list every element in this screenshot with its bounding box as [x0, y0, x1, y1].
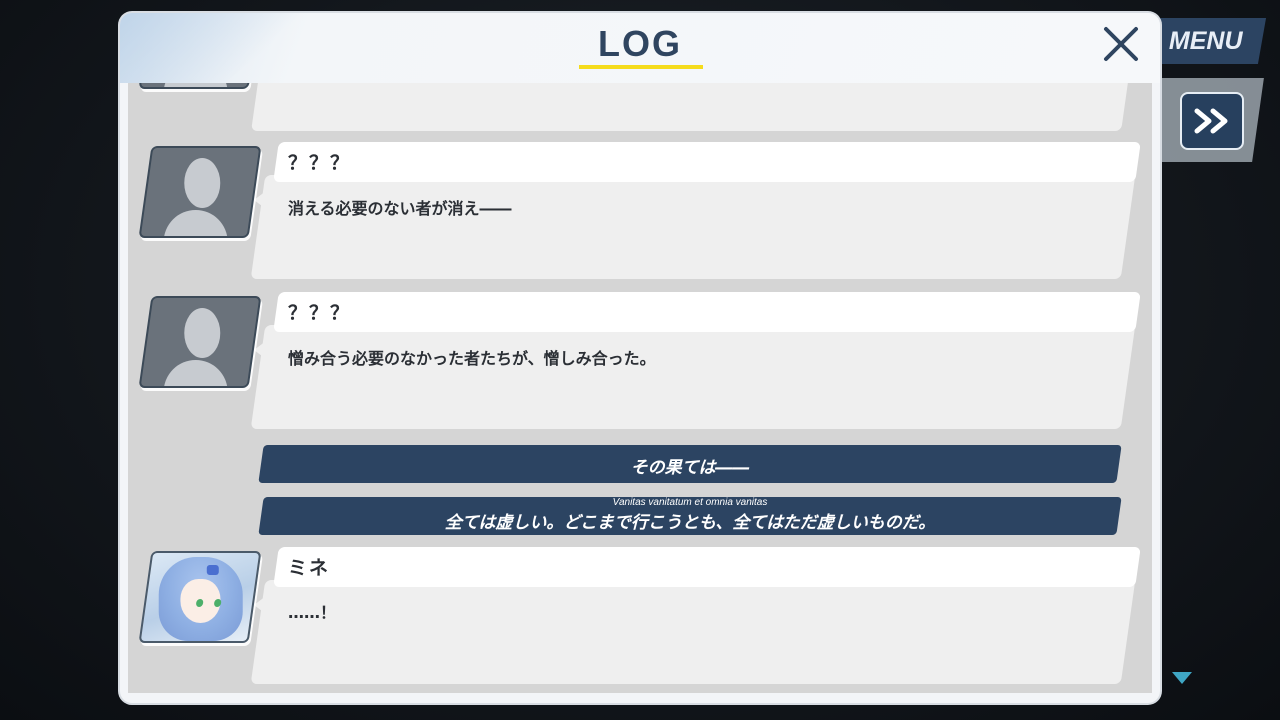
close-x-icon — [1104, 27, 1138, 61]
speaker-name: ？？？ — [288, 302, 352, 324]
log-title: LOG — [598, 23, 682, 64]
character-portrait — [138, 551, 262, 643]
unknown-avatar-icon — [138, 146, 262, 238]
speaker-box — [273, 142, 1141, 182]
title-underline — [579, 65, 703, 69]
message-pointer — [254, 596, 266, 614]
message-box — [250, 175, 1136, 279]
skip-button[interactable] — [1180, 92, 1244, 150]
narration-text: 全ては虚しい。どこまで行こうとも、全てはただ虚しいものだ。 — [444, 513, 936, 533]
speaker-name: ？？？ — [288, 152, 352, 174]
log-window: LOG ？？？ 消える必要のない者が消え―― ？？？ 憎み合う必要のなかった者た… — [120, 13, 1160, 703]
unknown-avatar-icon — [138, 296, 262, 388]
message-box — [250, 325, 1136, 429]
previous-avatar — [138, 83, 262, 89]
triangle-down-icon — [1172, 672, 1192, 684]
speaker-name: ミネ — [288, 557, 331, 579]
menu-button[interactable]: MENU — [1145, 18, 1267, 64]
log-list[interactable]: ？？？ 消える必要のない者が消え―― ？？？ 憎み合う必要のなかった者たちが、憎… — [128, 83, 1152, 693]
speaker-box — [273, 547, 1141, 587]
message-box — [250, 580, 1136, 684]
menu-label: MENU — [1169, 26, 1243, 55]
previous-message-box — [251, 83, 1135, 131]
message-text: 消える必要のない者が消え―― — [288, 199, 512, 218]
narration-text: その果ては―― — [630, 458, 750, 478]
message-pointer — [254, 341, 266, 359]
fast-forward-icon — [1194, 108, 1228, 134]
message-text: 憎み合う必要のなかった者たちが、憎しみ合った。 — [288, 349, 656, 368]
close-button[interactable] — [1100, 23, 1142, 65]
narration-ruby: Vanitas vanitatum et omnia vanitas — [612, 497, 768, 508]
header-decoration — [120, 13, 310, 83]
speaker-box — [273, 292, 1141, 332]
log-header: LOG — [120, 13, 1160, 83]
message-pointer — [254, 191, 266, 209]
message-text: ……！ — [288, 603, 337, 622]
